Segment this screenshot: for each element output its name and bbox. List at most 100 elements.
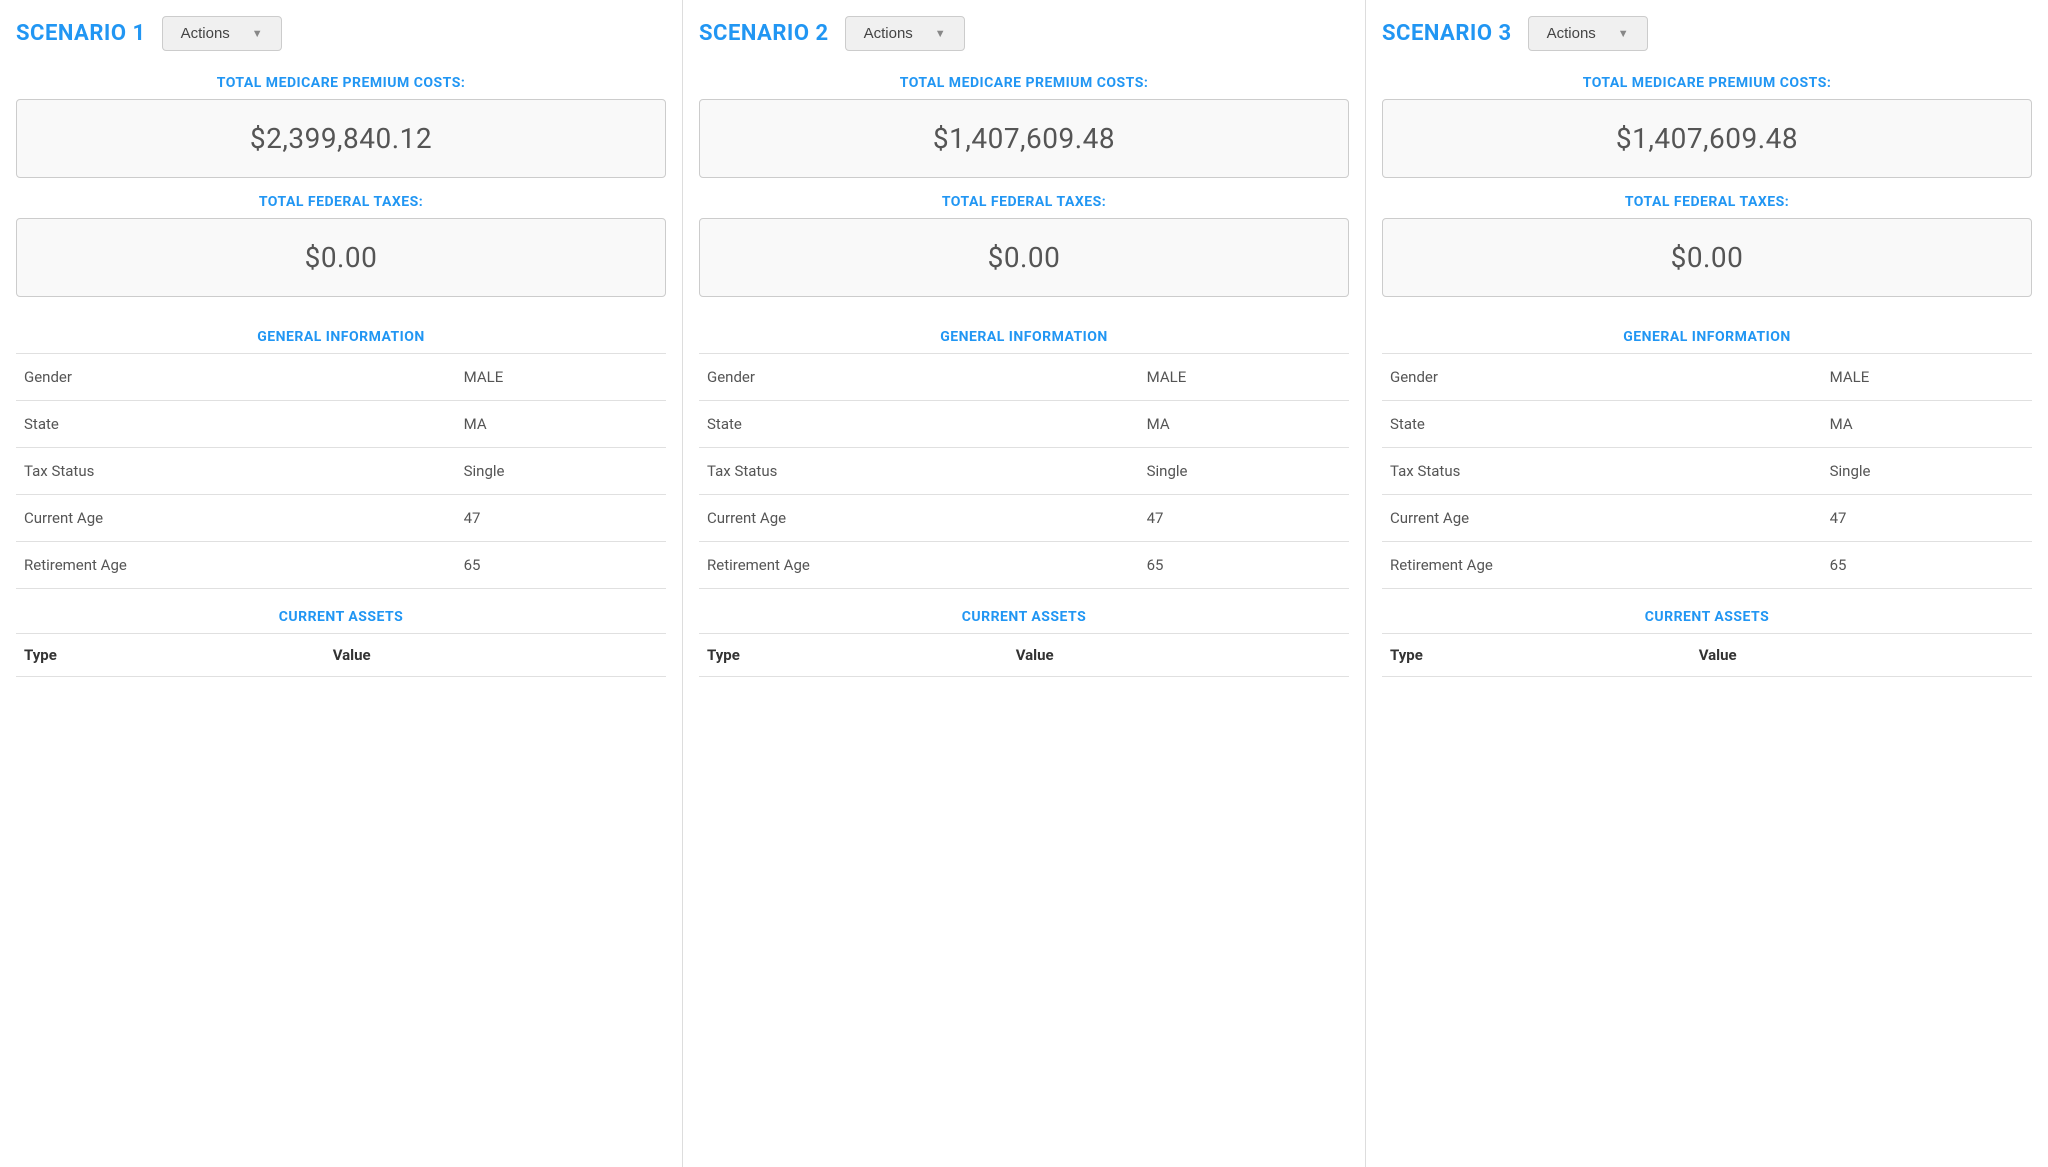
info-field-label: State (1382, 401, 1822, 448)
assets-column-header: Type (699, 634, 1008, 677)
general-info-title-2: GENERAL INFORMATION (699, 313, 1349, 353)
info-field-value: Single (1822, 448, 2032, 495)
info-field-value: Single (1139, 448, 1349, 495)
federal-taxes-box-2: $0.00 (699, 218, 1349, 297)
scenario-column-3: SCENARIO 3 Actions ▼ TOTAL MEDICARE PREMIUM… (1366, 0, 2048, 1167)
medicare-cost-box-1: $2,399,840.12 (16, 99, 666, 178)
info-field-value: 65 (1139, 542, 1349, 589)
table-row: Tax StatusSingle (1382, 448, 2032, 495)
table-row: Tax StatusSingle (699, 448, 1349, 495)
table-row: GenderMALE (16, 354, 666, 401)
assets-column-header: Value (1008, 634, 1349, 677)
table-row: Current Age47 (16, 495, 666, 542)
info-field-label: Retirement Age (16, 542, 456, 589)
info-field-label: Retirement Age (1382, 542, 1822, 589)
medicare-value-1: $2,399,840.12 (250, 122, 432, 155)
table-row: Current Age47 (699, 495, 1349, 542)
actions-label: Actions (1547, 25, 1596, 42)
actions-button-2[interactable]: Actions ▼ (845, 16, 965, 51)
table-row: Retirement Age65 (1382, 542, 2032, 589)
chevron-down-icon: ▼ (1618, 28, 1629, 40)
info-field-label: Gender (16, 354, 456, 401)
scenario-header-3: SCENARIO 3 Actions ▼ (1382, 16, 2032, 51)
info-field-label: State (16, 401, 456, 448)
current-assets-title-3: CURRENT ASSETS (1382, 589, 2032, 633)
info-field-label: Gender (1382, 354, 1822, 401)
general-info-title-3: GENERAL INFORMATION (1382, 313, 2032, 353)
info-field-label: Gender (699, 354, 1139, 401)
medicare-value-2: $1,407,609.48 (933, 122, 1115, 155)
federal-taxes-value-3: $0.00 (1671, 241, 1744, 274)
assets-table-3: TypeValue (1382, 633, 2032, 677)
info-field-value: MALE (456, 354, 666, 401)
info-field-value: 47 (456, 495, 666, 542)
chevron-down-icon: ▼ (252, 28, 263, 40)
scenario-title-2: SCENARIO 2 (699, 21, 829, 46)
info-field-label: Current Age (16, 495, 456, 542)
table-row: StateMA (16, 401, 666, 448)
scenario-header-2: SCENARIO 2 Actions ▼ (699, 16, 1349, 51)
assets-column-header: Type (1382, 634, 1691, 677)
assets-header-row: TypeValue (699, 634, 1349, 677)
medicare-cost-box-3: $1,407,609.48 (1382, 99, 2032, 178)
medicare-label-3: TOTAL MEDICARE PREMIUM COSTS: (1382, 75, 2032, 91)
table-row: StateMA (1382, 401, 2032, 448)
actions-label: Actions (181, 25, 230, 42)
table-row: GenderMALE (1382, 354, 2032, 401)
table-row: Retirement Age65 (16, 542, 666, 589)
medicare-value-3: $1,407,609.48 (1616, 122, 1798, 155)
federal-taxes-label-2: TOTAL FEDERAL TAXES: (699, 194, 1349, 210)
chevron-down-icon: ▼ (935, 28, 946, 40)
assets-column-header: Value (325, 634, 666, 677)
info-field-label: Current Age (699, 495, 1139, 542)
assets-header-row: TypeValue (16, 634, 666, 677)
federal-taxes-value-2: $0.00 (988, 241, 1061, 274)
info-field-value: MA (1139, 401, 1349, 448)
assets-table-1: TypeValue (16, 633, 666, 677)
federal-taxes-label-1: TOTAL FEDERAL TAXES: (16, 194, 666, 210)
table-row: GenderMALE (699, 354, 1349, 401)
assets-column-header: Type (16, 634, 325, 677)
table-row: StateMA (699, 401, 1349, 448)
general-info-title-1: GENERAL INFORMATION (16, 313, 666, 353)
actions-button-3[interactable]: Actions ▼ (1528, 16, 1648, 51)
info-field-value: 65 (1822, 542, 2032, 589)
info-field-value: MA (1822, 401, 2032, 448)
federal-taxes-box-1: $0.00 (16, 218, 666, 297)
info-field-value: Single (456, 448, 666, 495)
info-field-value: MA (456, 401, 666, 448)
info-field-label: Current Age (1382, 495, 1822, 542)
medicare-label-1: TOTAL MEDICARE PREMIUM COSTS: (16, 75, 666, 91)
scenario-column-2: SCENARIO 2 Actions ▼ TOTAL MEDICARE PREMIUM… (683, 0, 1366, 1167)
scenario-header-1: SCENARIO 1 Actions ▼ (16, 16, 666, 51)
info-field-label: State (699, 401, 1139, 448)
info-field-value: MALE (1139, 354, 1349, 401)
medicare-label-2: TOTAL MEDICARE PREMIUM COSTS: (699, 75, 1349, 91)
info-field-value: 47 (1139, 495, 1349, 542)
scenario-title-3: SCENARIO 3 (1382, 21, 1512, 46)
assets-column-header: Value (1691, 634, 2032, 677)
page-container: SCENARIO 1 Actions ▼ TOTAL MEDICARE PREMIUM… (0, 0, 2048, 1167)
general-info-table-2: GenderMALEStateMATax StatusSingleCurrent… (699, 353, 1349, 589)
assets-header-row: TypeValue (1382, 634, 2032, 677)
info-field-label: Tax Status (16, 448, 456, 495)
scenario-column-1: SCENARIO 1 Actions ▼ TOTAL MEDICARE PREMIUM… (0, 0, 683, 1167)
federal-taxes-box-3: $0.00 (1382, 218, 2032, 297)
actions-button-1[interactable]: Actions ▼ (162, 16, 282, 51)
table-row: Retirement Age65 (699, 542, 1349, 589)
scenario-title-1: SCENARIO 1 (16, 21, 146, 46)
federal-taxes-value-1: $0.00 (305, 241, 378, 274)
table-row: Current Age47 (1382, 495, 2032, 542)
medicare-cost-box-2: $1,407,609.48 (699, 99, 1349, 178)
general-info-table-1: GenderMALEStateMATax StatusSingleCurrent… (16, 353, 666, 589)
actions-label: Actions (864, 25, 913, 42)
current-assets-title-1: CURRENT ASSETS (16, 589, 666, 633)
info-field-value: 65 (456, 542, 666, 589)
table-row: Tax StatusSingle (16, 448, 666, 495)
general-info-table-3: GenderMALEStateMATax StatusSingleCurrent… (1382, 353, 2032, 589)
info-field-label: Retirement Age (699, 542, 1139, 589)
info-field-label: Tax Status (699, 448, 1139, 495)
assets-table-2: TypeValue (699, 633, 1349, 677)
current-assets-title-2: CURRENT ASSETS (699, 589, 1349, 633)
info-field-value: MALE (1822, 354, 2032, 401)
